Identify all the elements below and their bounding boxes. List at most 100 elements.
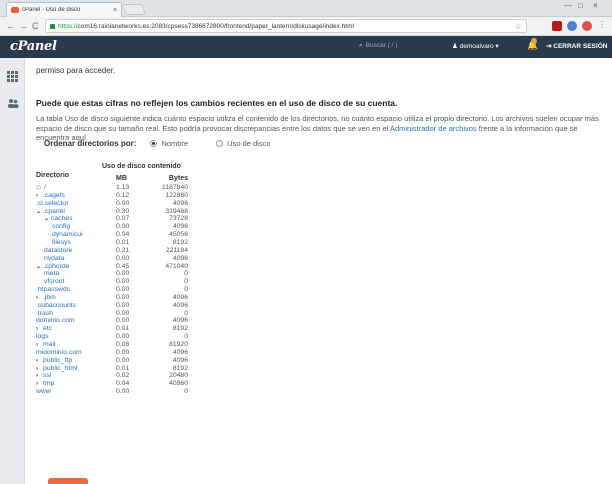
chevron-right-icon[interactable]: › xyxy=(36,325,38,333)
directory-link[interactable]: vfsroot xyxy=(44,278,64,286)
size-mb: 0.01 xyxy=(116,364,130,372)
directory-link[interactable]: public_html xyxy=(43,365,77,373)
table-row: nvdata 0.00 4096 xyxy=(36,255,196,263)
directory-link[interactable]: ssl xyxy=(43,372,51,380)
table-row: dynamicui 0.04 45056 xyxy=(36,231,196,239)
url-field[interactable]: https://com16.raiolanetworks.es:2083/cps… xyxy=(45,19,527,33)
size-bytes: 20480 xyxy=(169,372,188,380)
sort-by-usage-radio[interactable] xyxy=(216,140,224,147)
window-close-icon[interactable]: × xyxy=(593,1,598,10)
new-tab-button[interactable] xyxy=(121,4,147,15)
directory-link[interactable]: / xyxy=(44,184,46,192)
directory-link[interactable]: dominio.com xyxy=(36,317,75,325)
chevron-right-icon[interactable]: › xyxy=(36,341,38,349)
directory-link[interactable]: meta xyxy=(44,270,59,278)
directory-link[interactable]: config xyxy=(52,223,70,231)
browser-address-bar: ← → C https://com16.raiolanetworks.es:20… xyxy=(0,17,612,36)
directory-link[interactable]: .cphorde xyxy=(43,263,69,271)
table-row: www 0.00 0 xyxy=(36,388,196,396)
chevron-right-icon[interactable]: › xyxy=(36,357,38,365)
size-mb: 0.00 xyxy=(116,301,130,309)
user-menu[interactable]: ♟ demoalvaro ▾ xyxy=(452,42,499,50)
file-manager-link[interactable]: Administrador de archivos xyxy=(390,124,477,133)
directory-link[interactable]: logs xyxy=(36,333,48,341)
table-row: filesys 0.01 8192 xyxy=(36,239,196,247)
chevron-right-icon[interactable]: › xyxy=(36,294,38,302)
sort-by-usage-label[interactable]: Uso de disco xyxy=(227,139,270,148)
chevron-right-icon[interactable]: › xyxy=(36,192,38,200)
home-grid-icon[interactable] xyxy=(7,71,18,82)
size-mb: 0.00 xyxy=(116,309,130,317)
back-arrow-icon[interactable]: ← xyxy=(6,21,15,31)
home-icon[interactable]: ⌂ xyxy=(36,183,41,191)
directory-link[interactable]: dynamicui xyxy=(52,231,83,239)
size-bytes: 319488 xyxy=(165,207,188,215)
bookmark-star-icon[interactable]: ☆ xyxy=(515,22,522,31)
extension-icon[interactable] xyxy=(567,21,577,31)
size-mb: 0.00 xyxy=(116,388,130,396)
directory-link[interactable]: .cagefs xyxy=(43,192,65,200)
logout-button[interactable]: ⇥ CERRAR SESIÓN xyxy=(546,42,607,50)
chevron-right-icon[interactable]: › xyxy=(36,372,38,380)
size-bytes: 1187840 xyxy=(162,184,188,191)
directory-link[interactable]: www xyxy=(36,388,51,396)
directory-link[interactable]: filesys xyxy=(52,239,71,247)
directory-link[interactable]: mail xyxy=(43,341,55,349)
directory-link[interactable]: .trash xyxy=(36,310,53,318)
size-mb: 0.21 xyxy=(116,246,130,254)
chevron-down-icon[interactable]: ⌄ xyxy=(36,263,41,271)
directory-link[interactable]: nvdata xyxy=(44,255,64,263)
table-row: meta 0.00 0 xyxy=(36,270,196,278)
browser-tab[interactable]: cPanel - Uso de disco × xyxy=(6,2,122,17)
directory-link[interactable]: .cpanel xyxy=(43,208,65,216)
sort-by-name-label[interactable]: Nombre xyxy=(161,139,188,148)
directory-link[interactable]: .cl.selector xyxy=(36,200,68,208)
browser-menu-icon[interactable]: ⋮ xyxy=(598,20,606,29)
table-row: › etc 0.01 8192 xyxy=(36,325,196,333)
size-bytes: 4096 xyxy=(172,317,188,325)
size-mb: 0.00 xyxy=(116,270,130,278)
chevron-right-icon[interactable]: › xyxy=(36,380,38,388)
directory-link[interactable]: midominio.com xyxy=(36,349,82,357)
directory-link[interactable]: etc xyxy=(43,325,52,333)
table-row: .subaccounts 0.00 4096 xyxy=(36,302,196,310)
directory-link[interactable]: .jbm xyxy=(43,294,56,302)
directory-link[interactable]: .htpasswds xyxy=(36,286,70,294)
chevron-right-icon[interactable]: › xyxy=(36,365,38,373)
forward-arrow-icon[interactable]: → xyxy=(19,21,28,31)
size-bytes: 0 xyxy=(184,388,188,396)
user-icon: ♟ xyxy=(452,43,458,50)
size-mb: 0.00 xyxy=(116,286,130,294)
cpanel-logo[interactable]: cPanel xyxy=(10,39,57,54)
size-mb: 0.01 xyxy=(116,325,130,333)
size-mb: 0.02 xyxy=(116,372,130,380)
directory-link[interactable]: caches xyxy=(51,215,73,223)
sort-label: Ordenar directorios por: xyxy=(44,139,137,148)
extension-icon[interactable] xyxy=(552,21,562,31)
directory-header: Directorio xyxy=(36,172,70,179)
users-icon[interactable] xyxy=(7,98,19,109)
directory-link[interactable]: datastore xyxy=(44,247,72,255)
cpanel-favicon-icon xyxy=(11,7,19,13)
chevron-down-icon[interactable]: ⌄ xyxy=(36,208,41,216)
directory-link[interactable]: .subaccounts xyxy=(36,302,76,310)
size-mb: 0.00 xyxy=(116,223,130,231)
page-heading: Puede que estas cifras no reflejen los c… xyxy=(36,98,398,108)
window-maximize-icon[interactable]: □ xyxy=(578,1,583,10)
table-row: .trash 0.00 0 xyxy=(36,310,196,318)
lock-icon xyxy=(50,23,55,29)
size-bytes: 0 xyxy=(184,333,188,341)
extension-icon[interactable] xyxy=(582,21,592,31)
directory-link[interactable]: tmp xyxy=(43,380,54,388)
size-bytes: 4096 xyxy=(172,301,188,309)
tab-close-icon[interactable]: × xyxy=(113,7,117,14)
directory-link[interactable]: public_ftp xyxy=(43,357,72,365)
size-bytes: 45056 xyxy=(169,231,188,239)
search-input[interactable]: ⌕ Buscar ( / ) xyxy=(359,42,397,50)
sort-by-name-radio[interactable] xyxy=(150,140,158,147)
window-minimize-icon[interactable]: — xyxy=(564,1,572,10)
reload-icon[interactable]: C xyxy=(32,21,39,31)
chevron-down-icon[interactable]: ⌄ xyxy=(44,215,49,223)
size-mb: 0.04 xyxy=(116,380,130,388)
table-row: .htpasswds 0.00 0 xyxy=(36,286,196,294)
